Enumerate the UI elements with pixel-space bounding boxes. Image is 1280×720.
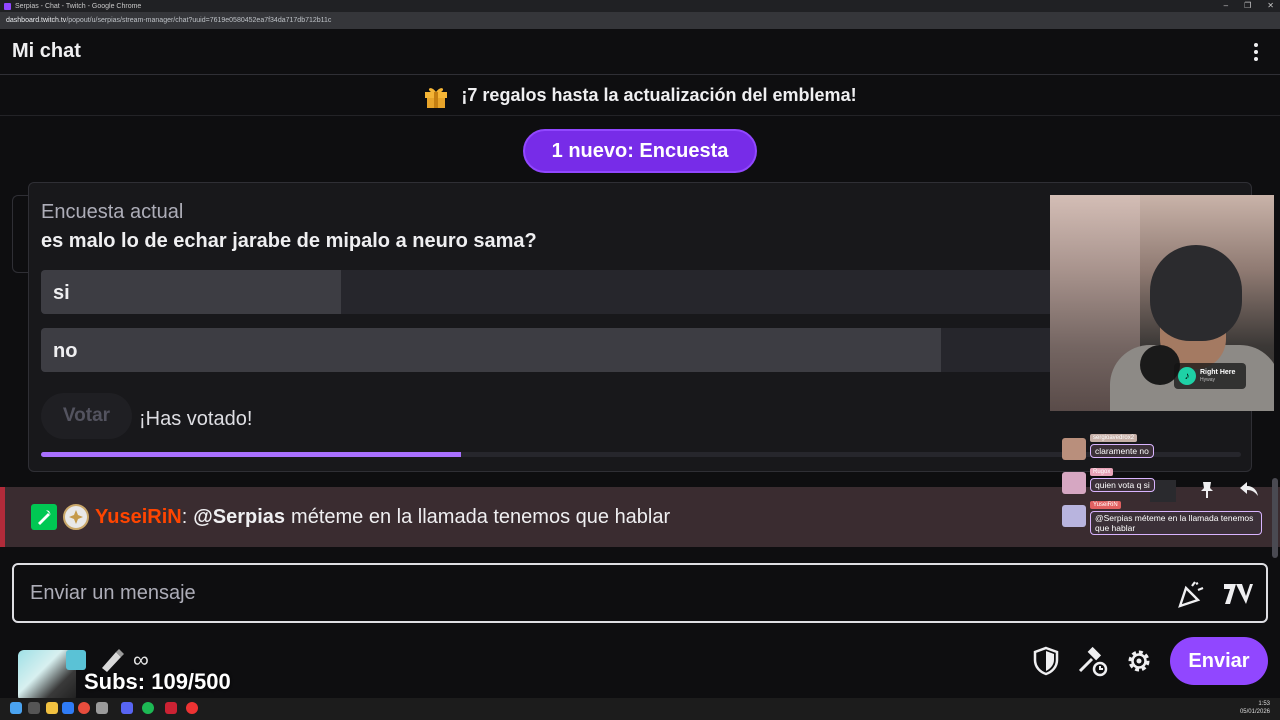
- window-title: Serpias - Chat - Twitch - Google Chrome: [15, 2, 142, 10]
- page-title: Mi chat: [12, 40, 81, 62]
- chat-scrollbar[interactable]: [1272, 478, 1278, 558]
- pin-icon: [1196, 478, 1218, 500]
- gift-progress-banner: ¡7 regalos hasta la actualización del em…: [0, 76, 1280, 116]
- poll-question: es malo lo de echar jarabe de mipalo a n…: [41, 230, 537, 252]
- url-domain: dashboard.twitch.tv: [6, 17, 67, 24]
- party-popper-icon[interactable]: [1176, 580, 1206, 608]
- maximize-button[interactable]: ❐: [1244, 0, 1251, 12]
- chat-username[interactable]: YuseiRiN: [95, 506, 182, 529]
- chat-message-highlighted[interactable]: YuseiRiN : @Serpias méteme en la llamada…: [0, 487, 1280, 547]
- more-options-icon[interactable]: [1248, 41, 1264, 63]
- seventv-emote-icon[interactable]: [1222, 580, 1253, 608]
- twitch-favicon-icon: [4, 2, 11, 10]
- poll-timer-bar: [41, 452, 1241, 457]
- spotify-icon[interactable]: [142, 702, 154, 714]
- now-playing-artist: Hyway: [1200, 377, 1216, 383]
- os-taskbar: 1:53 05/01/2026: [0, 698, 1280, 720]
- taskbar-date: 05/01/2026: [1239, 709, 1270, 715]
- overlay-avatar: [1062, 472, 1086, 494]
- streamer-cap: [1150, 245, 1242, 341]
- chat-header: Mi chat: [0, 29, 1280, 75]
- taskbar-clock[interactable]: 1:53 05/01/2026: [1240, 700, 1270, 716]
- chat-colon: :: [181, 505, 188, 528]
- overlay-avatar: [1062, 505, 1086, 527]
- stream-webcam-overlay: ♪ Right Here Hyway: [1050, 195, 1274, 411]
- browser-titlebar: Serpias - Chat - Twitch - Google Chrome …: [0, 0, 1280, 12]
- chat-mention[interactable]: @Serpias: [193, 506, 285, 529]
- url-path: /popout/u/serpias/stream-manager/chat?uu…: [66, 17, 332, 24]
- chrome-icon[interactable]: [78, 702, 90, 714]
- overlay-message: quien vota q si: [1090, 478, 1155, 492]
- now-playing-widget: ♪ Right Here Hyway: [1174, 363, 1246, 389]
- overlay-username: sergioavedrox2: [1090, 434, 1138, 442]
- now-playing-title: Right Here: [1200, 369, 1236, 376]
- reply-icon: [1238, 478, 1260, 500]
- subs-goal-counter: Subs: 109/500: [84, 669, 231, 694]
- mod-tools-icon[interactable]: [1076, 645, 1108, 677]
- overlay-avatar: [1062, 438, 1086, 460]
- new-poll-button[interactable]: 1 nuevo: Encuesta: [523, 129, 757, 173]
- taskbar-time: 1:53: [1258, 701, 1270, 707]
- address-bar[interactable]: dashboard.twitch.tv /popout/u/serpias/st…: [0, 12, 1280, 29]
- app-icon-red[interactable]: [165, 702, 177, 714]
- vote-button[interactable]: Votar: [41, 393, 132, 439]
- poll-label: Encuesta actual: [41, 201, 184, 223]
- music-note-icon: ♪: [1178, 367, 1196, 385]
- chat-message-text: méteme en la llamada tenemos que hablar: [291, 505, 671, 528]
- store-icon[interactable]: [62, 702, 74, 714]
- voted-status: ¡Has votado!: [139, 408, 253, 430]
- window-controls: – ❐ ✕: [1224, 0, 1274, 12]
- gift-icon: [423, 83, 449, 109]
- star-badge-icon: [63, 504, 89, 530]
- overlay-username: Rugox: [1090, 468, 1114, 476]
- poll-option-fill: [41, 270, 341, 314]
- start-icon[interactable]: [10, 702, 22, 714]
- poll-timer-fill: [41, 452, 461, 457]
- settings-gear-icon[interactable]: [1123, 645, 1155, 677]
- minimize-button[interactable]: –: [1224, 0, 1228, 12]
- discord-icon[interactable]: [121, 702, 133, 714]
- chat-input-placeholder: Enviar un mensaje: [30, 582, 196, 604]
- poll-option-label: si: [53, 282, 70, 304]
- overlay-message: @Serpias méteme en la llamada tenemos qu…: [1090, 511, 1262, 535]
- app-icon-red-round[interactable]: [186, 702, 198, 714]
- send-button[interactable]: Enviar: [1170, 637, 1268, 685]
- moderator-badge-icon: [31, 504, 57, 530]
- chat-input[interactable]: Enviar un mensaje: [12, 563, 1268, 623]
- folder-icon[interactable]: [46, 702, 58, 714]
- close-window-button[interactable]: ✕: [1267, 0, 1274, 12]
- gift-banner-text: ¡7 regalos hasta la actualización del em…: [461, 85, 857, 105]
- poll-option-label: no: [53, 340, 78, 362]
- search-icon[interactable]: [28, 702, 40, 714]
- app-icon[interactable]: [96, 702, 108, 714]
- shield-icon[interactable]: [1030, 645, 1062, 677]
- overlay-message: claramente no: [1090, 444, 1154, 458]
- poll-option-fill: [41, 328, 941, 372]
- overlay-username: YuseiRiN: [1090, 501, 1121, 509]
- avatar-badge: [66, 650, 86, 670]
